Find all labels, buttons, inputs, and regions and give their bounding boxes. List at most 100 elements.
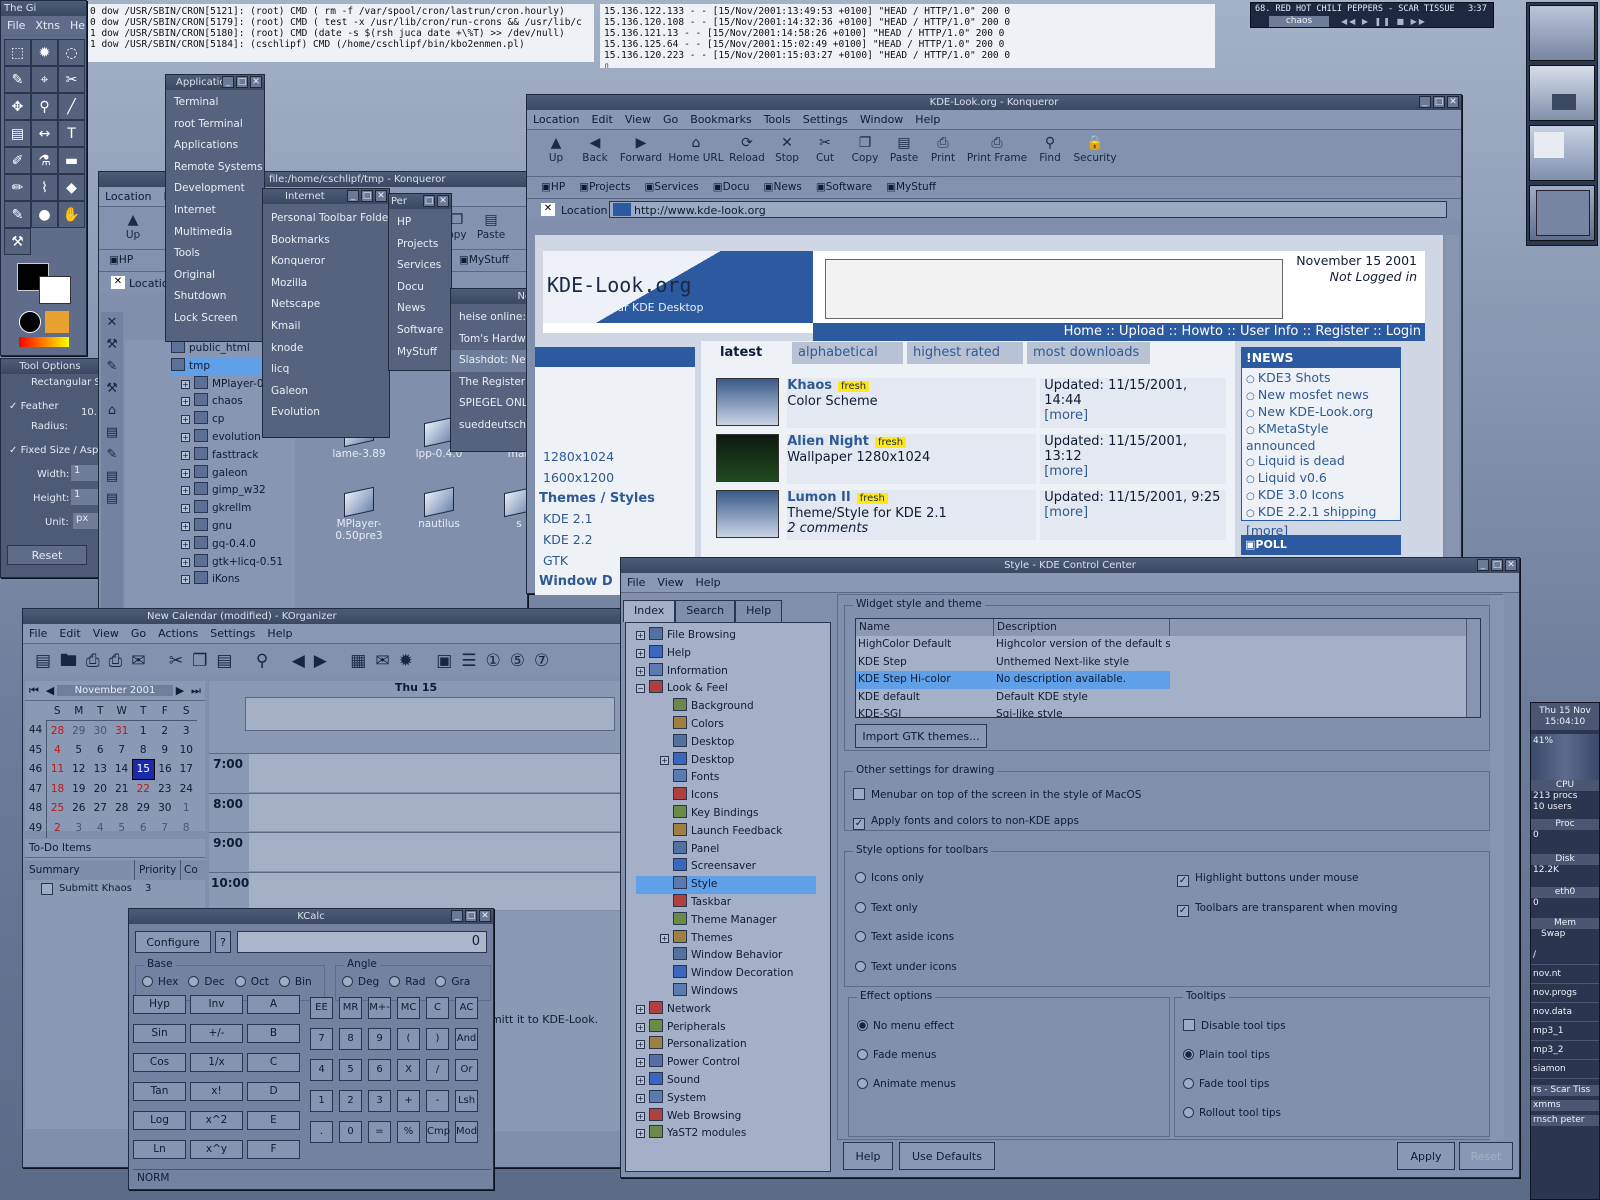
internet-menu-item[interactable]: knode (263, 338, 389, 360)
week-number[interactable]: 45 (25, 740, 47, 760)
news-link[interactable]: ○ KMetaStyle announced (1246, 421, 1396, 453)
style-row[interactable]: HighColor Default Highcolor version of th… (856, 636, 1480, 654)
week-number[interactable]: 49 (25, 818, 47, 838)
style-list-scrollbar[interactable] (1466, 619, 1480, 717)
personal-toolbar-menu[interactable]: Per □ ✕ HP Projects Services Docu News Software… (388, 193, 452, 371)
kdelook-tab[interactable]: most downloads (1027, 342, 1150, 364)
news-link[interactable]: ○ Liquid is dead (1246, 453, 1396, 470)
calc-key[interactable]: Or (455, 1059, 478, 1081)
calc-function-key[interactable]: E (247, 1111, 300, 1130)
entry-title[interactable]: Khaos fresh (787, 378, 1036, 394)
gimp-gradient-preview[interactable] (19, 337, 69, 347)
base-radio[interactable]: Dec (188, 976, 225, 988)
time-slot[interactable]: 7:00 (209, 753, 623, 793)
sidebar-link[interactable]: 1280x1024 (539, 447, 695, 468)
calc-key[interactable]: = (368, 1121, 391, 1143)
expand-icon[interactable]: + (181, 432, 190, 442)
todo-header[interactable]: Summary Priority Co (25, 860, 205, 880)
expand-icon[interactable]: + (181, 486, 190, 496)
calendar-day[interactable]: 17 (176, 760, 198, 780)
calendar-day[interactable]: 12 (68, 760, 90, 780)
clear-url-icon[interactable]: ✕ (541, 203, 555, 216)
calc-key[interactable]: 2 (339, 1090, 362, 1112)
file-icon[interactable]: nautilus (401, 486, 477, 530)
other-setting-checkbox[interactable]: ✓ Apply fonts and colors to non-KDE apps (853, 808, 1481, 834)
terminal-cron[interactable]: 0 dow /USR/SBIN/CRON[5121]: (root) CMD (… (86, 4, 594, 62)
bookmark-folder[interactable]: ▣Software (816, 181, 872, 194)
calendar-day[interactable]: 13 (90, 760, 112, 780)
calendar-day[interactable]: 19 (68, 779, 90, 799)
expand-icon[interactable]: + (636, 1075, 645, 1085)
calendar-day[interactable]: 4 (47, 740, 69, 760)
week-number[interactable]: 46 (25, 759, 47, 779)
news-link[interactable]: ○ KDE 3.0 Icons (1246, 487, 1396, 504)
calc-function-key[interactable]: Log (133, 1111, 186, 1130)
calc-key[interactable]: + (397, 1090, 420, 1112)
kcc-module-panel[interactable]: Widget style and theme Name Description … (837, 594, 1504, 1141)
kcc-reset-button[interactable]: Reset (1459, 1142, 1513, 1170)
toolbar-style-radio[interactable]: Text under icons (855, 953, 957, 983)
file-icon[interactable]: MPlayer-0.50pre3 (321, 486, 397, 542)
calc-function-key[interactable]: F (247, 1140, 300, 1159)
internet-menu-item[interactable]: licq (263, 359, 389, 381)
kcc-tree-item[interactable]: Windows (636, 982, 830, 1001)
base-radio[interactable]: Hex (142, 976, 178, 988)
calendar-day[interactable]: 26 (68, 799, 90, 819)
internet-menu-item[interactable]: Galeon (263, 381, 389, 403)
expand-icon[interactable]: + (660, 755, 669, 765)
todo-item[interactable]: Submitt Khaos 3 (25, 880, 205, 898)
calendar-day[interactable]: 9 (154, 740, 176, 760)
per-menu-item[interactable]: Software (389, 320, 451, 342)
tree-item[interactable]: + gnu (171, 517, 295, 536)
pager-desk-1[interactable] (1529, 5, 1595, 61)
kdelook-tab[interactable]: latest (714, 342, 788, 364)
calendar-day[interactable]: 4 (90, 818, 112, 838)
sidebar-link[interactable]: KDE 2.2 (539, 530, 695, 551)
calc-key[interactable]: 4 (310, 1059, 333, 1081)
calendar-day[interactable]: 3 (68, 818, 90, 838)
calc-function-key[interactable]: Tan (133, 1082, 186, 1101)
calendar-day[interactable]: 18 (47, 779, 69, 799)
gk-mount[interactable]: nov.progs (1531, 984, 1599, 1003)
tree-item[interactable]: + fasttrack (171, 446, 295, 465)
kcc-tab[interactable]: Index (623, 600, 676, 622)
gimp-menu-2[interactable]: Help (70, 19, 86, 32)
internet-menu[interactable]: Internet _ □ ✕ Personal Toolbar Folder Bookm… (262, 188, 390, 438)
toolbar-cut-button[interactable]: ✂ Cut (805, 130, 845, 176)
month-nav[interactable]: ⏮ ◀ November 2001 ▶ ⏭ (25, 681, 205, 701)
konq-web-menubar[interactable]: Location Edit View Go Bookmarks Tools Settings… (527, 110, 1461, 130)
kcc-tree-item[interactable]: + Web Browsing (636, 1107, 830, 1126)
unit-select[interactable]: px (73, 513, 99, 529)
effect-radio[interactable]: Fade menus (857, 1041, 1161, 1070)
week-number[interactable]: 48 (25, 798, 47, 818)
kcc-tab[interactable]: Search (675, 600, 736, 622)
calc-key[interactable]: MC (397, 997, 420, 1019)
toolbar-home-url-button[interactable]: ⌂ Home URL (667, 130, 725, 176)
kcc-tree-item[interactable]: Panel (636, 840, 830, 859)
angle-radio[interactable]: Rad (389, 976, 425, 988)
calc-function-key[interactable]: x^2 (190, 1111, 243, 1130)
korganizer-menu-item[interactable]: Help (267, 627, 292, 640)
paste-button[interactable]: ▤ Paste (471, 211, 511, 241)
gk-mount[interactable]: siamon (1531, 1060, 1599, 1079)
calendar-day[interactable]: 2 (47, 818, 69, 838)
expand-icon[interactable]: + (181, 521, 190, 531)
gimp-toolbox[interactable]: The Gi FileXtnsHelp ⬚✹◌✎⌖✂✥⚲╱▤↔T✐⚗▬✏⌇◆✎●… (0, 0, 87, 356)
calendar-day[interactable]: 10 (176, 740, 198, 760)
calc-function-key[interactable]: x^y (190, 1140, 243, 1159)
gimp-tool-icon[interactable]: ✥ (4, 93, 31, 120)
next-month-icon[interactable]: ▶ (173, 684, 187, 697)
tool-options-window[interactable]: Tool Options Rectangular Se ✓ Feather Ra… (0, 358, 107, 578)
xmms-player[interactable]: 68. RED HOT CHILI PEPPERS - SCAR TISSUE … (1250, 2, 1494, 28)
kcc-tree-item[interactable]: + Power Control (636, 1054, 830, 1072)
korganizer-menu-item[interactable]: File (29, 627, 47, 640)
konq-web-toolbar[interactable]: ▲ Up ◀ Back ▶ Forward ⌂ Home URL ⟳ Reload ✕ Stop ✂ Cu… (527, 130, 1461, 176)
calendar-day[interactable]: 8 (133, 740, 155, 760)
entry-thumbnail[interactable] (716, 434, 780, 482)
calendar-day[interactable]: 25 (47, 799, 69, 819)
angle-radio[interactable]: Gra (435, 976, 470, 988)
kcc-tree-item[interactable]: + YaST2 modules (636, 1125, 830, 1143)
per-menu-item[interactable]: MyStuff (389, 342, 451, 364)
gimp-tool-icon[interactable]: ✎ (4, 201, 31, 228)
kcc-tree-item[interactable]: + Help (636, 644, 830, 663)
